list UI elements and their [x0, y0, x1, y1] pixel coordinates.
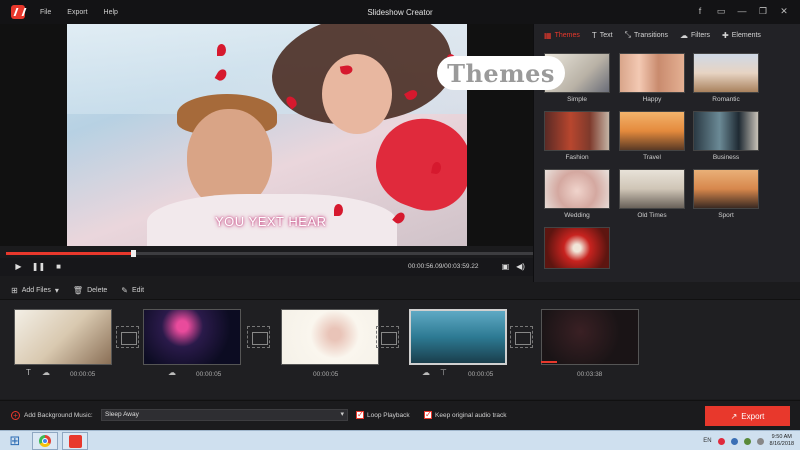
add-files-icon: ⊞	[11, 285, 18, 295]
timeline-clip[interactable]	[281, 309, 379, 365]
stop-icon[interactable]: ■	[53, 261, 64, 272]
timecode: 00:00:56.09/00:03:59.22	[408, 263, 479, 270]
tab-themes[interactable]: ▦ Themes	[544, 31, 580, 40]
taskbar-clock[interactable]: 9:50 AM 8/16/2018	[770, 434, 794, 448]
pin-icon[interactable]: ⊤	[440, 368, 447, 377]
filter-icon[interactable]: ☁	[422, 368, 430, 377]
transition-slot[interactable]	[376, 326, 399, 348]
video-preview[interactable]: YOU YEXT HEAR	[67, 24, 467, 246]
play-icon[interactable]: ▶	[13, 261, 24, 272]
chrome-icon	[39, 435, 51, 447]
text-icon[interactable]: T	[26, 368, 31, 377]
clip-duration: 00:00:05	[468, 371, 494, 378]
tab-text[interactable]: T Text	[592, 31, 613, 40]
filter-icon[interactable]: ☁	[42, 368, 50, 377]
export-icon: ↗	[730, 411, 738, 421]
bgm-label: Add Background Music:	[24, 412, 93, 419]
timeline-clip[interactable]	[14, 309, 112, 365]
video-caption: YOU YEXT HEAR	[215, 214, 327, 229]
language-indicator[interactable]: EN	[703, 438, 711, 444]
window-title: Slideshow Creator	[367, 7, 433, 17]
system-tray: EN 9:50 AM 8/16/2018	[703, 434, 794, 448]
timeline-clip[interactable]	[541, 309, 639, 365]
tab-filters[interactable]: ☁ Filters	[680, 31, 710, 40]
transition-slot[interactable]	[116, 326, 139, 348]
taskbar-chrome[interactable]	[32, 432, 58, 450]
theme-happy[interactable]: Happy	[619, 53, 685, 103]
loop-playback-checkbox[interactable]: Loop Playback	[356, 410, 410, 419]
windows-start-icon[interactable]: ⊞	[4, 433, 26, 449]
checkbox-icon[interactable]	[424, 410, 432, 419]
bottom-bar: + Add Background Music: Sleep Away ▾ Loo…	[0, 400, 800, 430]
app-logo-icon	[11, 5, 25, 19]
tray-app-icon[interactable]	[730, 437, 738, 445]
elements-icon: ✚	[722, 30, 729, 40]
checkbox-icon[interactable]	[356, 410, 364, 419]
menu-export[interactable]: Export	[67, 9, 87, 16]
export-button[interactable]: ↗ Export	[705, 406, 790, 426]
add-music-icon[interactable]: +	[11, 411, 20, 420]
edit-icon: ✎	[121, 285, 128, 295]
clip-progress-bar	[541, 361, 557, 363]
themes-overlay-label: Themes	[437, 56, 565, 90]
transition-slot[interactable]	[510, 326, 533, 348]
chevron-down-icon: ▾	[340, 411, 344, 418]
tab-elements[interactable]: ✚ Elements	[722, 31, 761, 40]
keep-audio-checkbox[interactable]: Keep original audio track	[424, 410, 507, 419]
theme-business[interactable]: Business	[693, 111, 759, 161]
text-icon: T	[591, 30, 597, 40]
timeline-clip[interactable]	[143, 309, 241, 365]
transitions-icon: ⤡	[624, 30, 631, 39]
themes-icon: ▦	[544, 30, 552, 40]
restore-icon[interactable]: ❐	[757, 5, 769, 17]
menu-bar: File Export Help	[40, 9, 118, 16]
effects-panel: ▦ Themes T Text ⤡ Transitions ☁ Filters …	[533, 24, 800, 282]
snapshot-icon[interactable]: ▣	[500, 261, 511, 272]
tray-volume-icon[interactable]	[756, 437, 764, 445]
edit-button[interactable]: ✎ Edit	[121, 286, 144, 295]
scrubber-fill	[6, 252, 133, 255]
theme-romantic[interactable]: Romantic	[693, 53, 759, 103]
timeline-clip-selected[interactable]	[409, 309, 507, 365]
theme-fashion[interactable]: Fashion	[544, 111, 610, 161]
panel-tabs: ▦ Themes T Text ⤡ Transitions ☁ Filters …	[534, 24, 800, 46]
taskbar-slideshow-creator[interactable]	[62, 432, 88, 450]
filters-icon: ☁	[679, 30, 688, 40]
clip-duration: 00:00:05	[70, 371, 96, 378]
delete-button[interactable]: 🗑 Delete	[73, 286, 107, 295]
tray-record-icon[interactable]	[717, 437, 725, 445]
theme-christmas[interactable]	[544, 227, 610, 277]
trash-icon: 🗑	[72, 285, 84, 295]
scrubber-handle[interactable]	[130, 250, 136, 257]
volume-icon[interactable]: ◀)	[515, 261, 526, 272]
menu-help[interactable]: Help	[104, 9, 118, 16]
chevron-down-icon: ▾	[54, 285, 59, 295]
clip-duration: 00:00:05	[313, 371, 339, 378]
theme-old-times[interactable]: Old Times	[619, 169, 685, 219]
clip-duration: 00:00:05	[196, 371, 222, 378]
theme-sport[interactable]: Sport	[693, 169, 759, 219]
feedback-icon[interactable]: ▭	[715, 5, 727, 17]
theme-wedding[interactable]: Wedding	[544, 169, 610, 219]
add-files-button[interactable]: ⊞ Add Files ▾	[11, 286, 59, 295]
playback-scrubber[interactable]	[6, 250, 534, 257]
bgm-select[interactable]: Sleep Away ▾	[101, 409, 348, 421]
menu-file[interactable]: File	[40, 9, 51, 16]
tab-transitions[interactable]: ⤡ Transitions	[625, 30, 668, 40]
minimize-icon[interactable]: —	[736, 5, 748, 17]
tray-network-icon[interactable]	[743, 437, 751, 445]
facebook-icon[interactable]: f	[694, 5, 706, 17]
media-toolbar: ⊞ Add Files ▾ 🗑 Delete ✎ Edit	[0, 282, 800, 298]
title-bar: File Export Help Slideshow Creator f ▭ —…	[0, 0, 800, 24]
os-taskbar: ⊞ EN 9:50 AM 8/16/2018	[0, 430, 800, 450]
theme-travel[interactable]: Travel	[619, 111, 685, 161]
close-icon[interactable]: ✕	[778, 5, 790, 17]
filter-icon[interactable]: ☁	[168, 368, 176, 377]
timeline: T ☁ 00:00:05 ☁ 00:00:05 00:00:05 ☁ ⊤ 00:…	[0, 299, 800, 399]
pause-icon[interactable]: ❚❚	[32, 261, 45, 272]
slideshow-creator-icon	[68, 434, 82, 448]
playback-controls: ▶ ❚❚ ■ 00:00:56.09/00:03:59.22 ▣ ◀)	[0, 258, 533, 276]
clip-duration: 00:03:38	[577, 371, 603, 378]
transition-slot[interactable]	[247, 326, 270, 348]
